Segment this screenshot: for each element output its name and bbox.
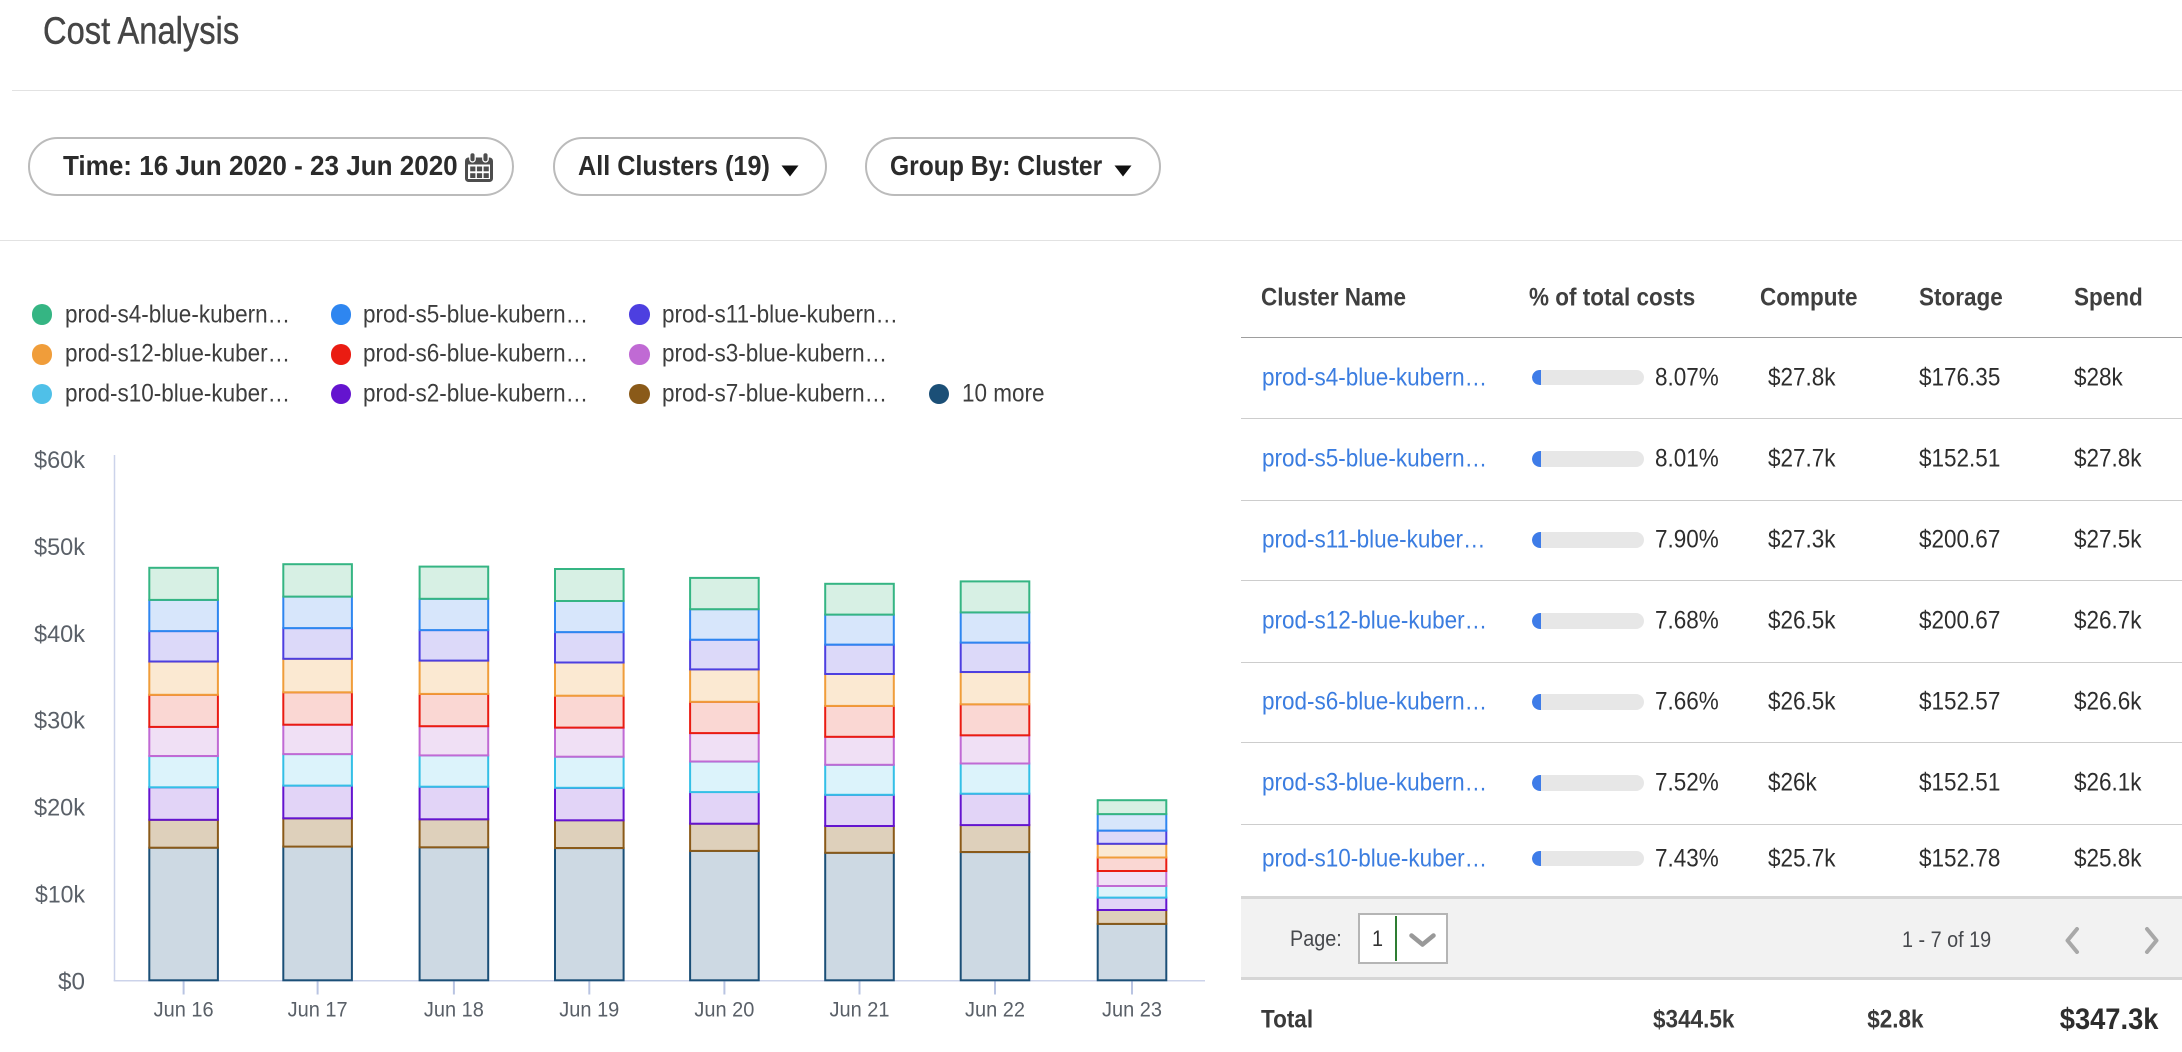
svg-text:Jun 19: Jun 19 <box>559 998 619 1022</box>
svg-text:$40k: $40k <box>34 621 86 648</box>
svg-text:Jun 23: Jun 23 <box>1102 998 1162 1022</box>
svg-text:$60k: $60k <box>34 447 86 474</box>
svg-text:Jun 17: Jun 17 <box>288 998 348 1022</box>
svg-text:Jun 16: Jun 16 <box>154 998 214 1022</box>
svg-text:Jun 21: Jun 21 <box>830 998 890 1022</box>
svg-text:Jun 20: Jun 20 <box>694 998 754 1022</box>
svg-text:$10k: $10k <box>35 882 86 909</box>
svg-text:$20k: $20k <box>34 795 86 822</box>
svg-text:$30k: $30k <box>34 708 86 735</box>
svg-text:Jun 22: Jun 22 <box>965 998 1025 1022</box>
svg-text:$0: $0 <box>58 969 85 996</box>
svg-text:Jun 18: Jun 18 <box>424 998 484 1022</box>
svg-text:$50k: $50k <box>34 534 86 561</box>
